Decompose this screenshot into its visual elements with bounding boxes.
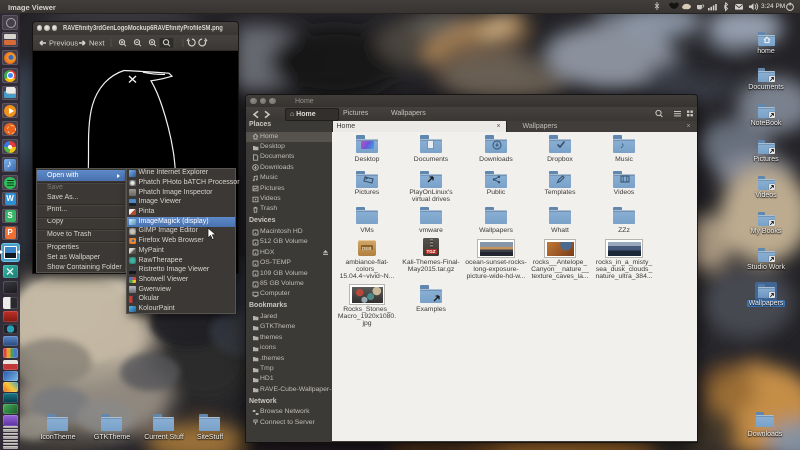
svg-text:Next: Next (89, 39, 105, 48)
svg-text:Previous: Previous (49, 39, 78, 48)
